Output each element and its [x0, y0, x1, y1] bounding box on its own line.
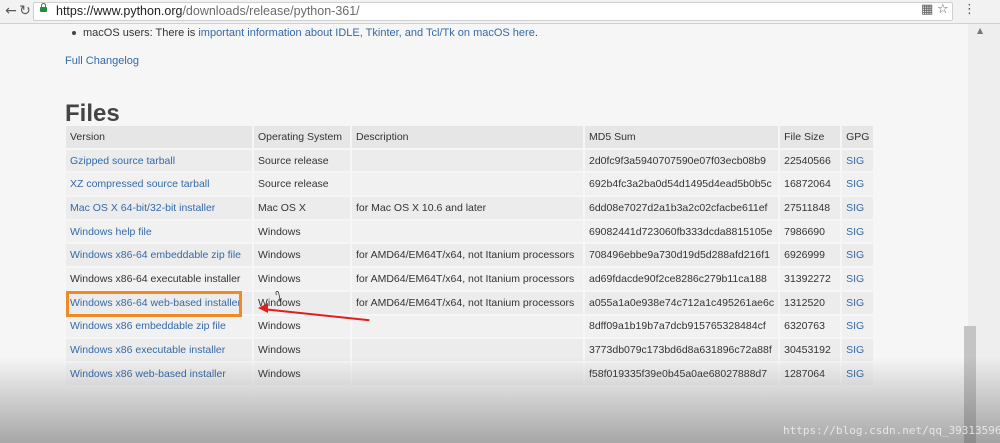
os-cell: Windows	[254, 362, 350, 385]
sig-link[interactable]: SIG	[846, 273, 864, 285]
sig-link[interactable]: SIG	[846, 344, 864, 356]
md5-cell: 708496ebbe9a730d19d5d288afd216f1	[585, 244, 779, 267]
description-cell	[352, 315, 583, 338]
header-gpg: GPG	[842, 126, 874, 148]
table-row: Windows x86 executable installer Windows…	[66, 339, 874, 361]
url-text: https://www.python.org/downloads/release…	[56, 4, 360, 18]
download-link[interactable]: Windows x86-64 executable installer	[70, 273, 240, 285]
md5-cell: a055a1a0e938e74c712a1c495261ae6c	[585, 291, 779, 314]
size-cell: 1312520	[780, 291, 841, 314]
table-row: Gzipped source tarball Source release 2d…	[66, 149, 874, 172]
md5-cell: 2d0fc9f3a5940707590e07f03ecb08b9	[585, 149, 779, 172]
os-cell: Windows	[254, 315, 350, 338]
table-row: Windows x86 web-based installer Windows …	[66, 362, 874, 385]
os-cell: Windows	[254, 339, 350, 361]
address-bar[interactable]: https://www.python.org/downloads/release…	[33, 2, 953, 21]
mouse-cursor-icon: ⭛	[275, 290, 283, 305]
sig-link[interactable]: SIG	[846, 320, 864, 332]
download-link[interactable]: Windows x86 executable installer	[70, 344, 225, 356]
scroll-up-icon[interactable]: ▲	[977, 26, 983, 35]
sig-link[interactable]: SIG	[846, 249, 864, 261]
menu-icon[interactable]: ⋮	[963, 2, 976, 17]
header-os: Operating System	[254, 126, 350, 148]
description-cell: for AMD64/EM64T/x64, not Itanium process…	[352, 268, 583, 290]
size-cell: 7986690	[780, 220, 841, 243]
description-cell: for AMD64/EM64T/x64, not Itanium process…	[352, 291, 583, 314]
macos-note: macOS users: There is important informat…	[72, 27, 538, 39]
lock-icon	[40, 3, 47, 12]
files-table: Version Operating System Description MD5…	[64, 124, 875, 387]
md5-cell: 692b4fc3a2ba0d54d1495d4ead5b0b5c	[585, 173, 779, 196]
header-version: Version	[66, 126, 252, 148]
description-cell	[352, 220, 583, 243]
table-row: XZ compressed source tarball Source rele…	[66, 173, 874, 196]
refresh-icon[interactable]: ↻	[16, 2, 34, 20]
description-cell: for AMD64/EM64T/x64, not Itanium process…	[352, 244, 583, 267]
size-cell: 27511848	[780, 197, 841, 219]
size-cell: 16872064	[780, 173, 841, 196]
sig-link[interactable]: SIG	[846, 297, 864, 309]
star-icon[interactable]: ☆	[937, 2, 949, 17]
md5-cell: 8dff09a1b19b7a7dcb915765328484cf	[585, 315, 779, 338]
description-cell	[352, 339, 583, 361]
os-cell: Windows	[254, 244, 350, 267]
size-cell: 30453192	[780, 339, 841, 361]
size-cell: 6320763	[780, 315, 841, 338]
md5-cell: ad69fdacde90f2ce8286c279b11ca188	[585, 268, 779, 290]
os-cell: Source release	[254, 173, 350, 196]
sig-link[interactable]: SIG	[846, 178, 864, 190]
table-row: Windows x86-64 executable installer Wind…	[66, 268, 874, 290]
download-link[interactable]: Gzipped source tarball	[70, 155, 175, 167]
description-cell	[352, 362, 583, 385]
os-cell: Windows	[254, 220, 350, 243]
size-cell: 31392272	[780, 268, 841, 290]
bullet-icon	[72, 31, 76, 36]
browser-toolbar: ← ↻ https://www.python.org/downloads/rel…	[0, 0, 1000, 24]
macos-info-link[interactable]: important information about IDLE, Tkinte…	[198, 27, 534, 39]
sig-link[interactable]: SIG	[846, 368, 864, 380]
scrollbar[interactable]: ▲	[964, 24, 1000, 443]
translate-icon[interactable]: ▦	[921, 2, 933, 17]
size-cell: 1287064	[780, 362, 841, 385]
description-cell	[352, 149, 583, 172]
sig-link[interactable]: SIG	[846, 226, 864, 238]
md5-cell: f58f019335f39e0b45a0ae68027888d7	[585, 362, 779, 385]
md5-cell: 69082441d723060fb333dcda8815105e	[585, 220, 779, 243]
download-link[interactable]: XZ compressed source tarball	[70, 178, 209, 190]
size-cell: 6926999	[780, 244, 841, 267]
os-cell: Source release	[254, 149, 350, 172]
table-row: Windows x86 embeddable zip file Windows …	[66, 315, 874, 338]
download-link[interactable]: Windows x86-64 embeddable zip file	[70, 249, 241, 261]
highlight-box	[66, 291, 242, 317]
download-link[interactable]: Windows x86 web-based installer	[70, 368, 226, 380]
os-cell: Mac OS X	[254, 197, 350, 219]
sig-link[interactable]: SIG	[846, 155, 864, 167]
download-link[interactable]: Windows help file	[70, 226, 152, 238]
full-changelog-link[interactable]: Full Changelog	[65, 55, 139, 67]
annotation-arrow-head-icon	[258, 303, 268, 313]
header-md5: MD5 Sum	[585, 126, 779, 148]
header-file-size: File Size	[780, 126, 841, 148]
header-description: Description	[352, 126, 583, 148]
md5-cell: 6dd08e7027d2a1b3a2c02cfacbe611ef	[585, 197, 779, 219]
sig-link[interactable]: SIG	[846, 202, 864, 214]
download-link[interactable]: Mac OS X 64-bit/32-bit installer	[70, 202, 215, 214]
table-row: Windows x86-64 embeddable zip file Windo…	[66, 244, 874, 267]
table-row: Mac OS X 64-bit/32-bit installer Mac OS …	[66, 197, 874, 219]
table-header-row: Version Operating System Description MD5…	[66, 126, 874, 148]
size-cell: 22540566	[780, 149, 841, 172]
download-link[interactable]: Windows x86 embeddable zip file	[70, 320, 226, 332]
table-row: Windows help file Windows 69082441d72306…	[66, 220, 874, 243]
md5-cell: 3773db079c173bd6d8a631896c72a88f	[585, 339, 779, 361]
description-cell: for Mac OS X 10.6 and later	[352, 197, 583, 219]
description-cell	[352, 173, 583, 196]
os-cell: Windows	[254, 268, 350, 290]
watermark: https://blog.csdn.net/qq_39313596	[783, 424, 1000, 437]
